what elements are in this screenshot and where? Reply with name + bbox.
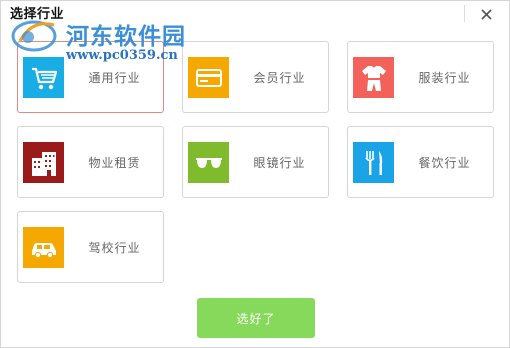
industry-icon-bg (23, 57, 64, 98)
industry-label: 会员行业 (253, 70, 306, 85)
titlebar-divider (464, 5, 465, 22)
industry-icon-bg (188, 142, 229, 183)
industry-label: 物业租赁 (88, 155, 141, 170)
industry-icon-bg (188, 57, 229, 98)
industry-icon-bg (23, 142, 64, 183)
industry-label: 眼镜行业 (253, 155, 306, 170)
industry-card-catering[interactable]: 餐饮行业 (347, 126, 494, 198)
industry-card-property[interactable]: 物业租赁 (17, 126, 164, 198)
industry-card-clothing[interactable]: 服装行业 (347, 41, 494, 113)
close-button[interactable] (471, 1, 501, 27)
industry-label: 服装行业 (418, 70, 471, 85)
industry-icon-bg (353, 142, 394, 183)
industry-icon-bg (23, 227, 64, 268)
clothing-icon (361, 65, 386, 91)
industry-card-driving-school[interactable]: 驾校行业 (17, 211, 164, 283)
fork-knife-icon (364, 150, 382, 175)
glasses-icon (195, 157, 222, 168)
close-icon (480, 8, 492, 20)
industry-card-glasses[interactable]: 眼镜行业 (182, 126, 329, 198)
industry-label: 餐饮行业 (418, 155, 471, 170)
confirm-button[interactable]: 选好了 (197, 298, 315, 338)
industry-label: 驾校行业 (88, 240, 141, 255)
industry-icon-bg (353, 57, 394, 98)
car-icon (31, 242, 56, 258)
member-card-icon (195, 68, 222, 87)
industry-card-general[interactable]: 通用行业 (17, 41, 164, 113)
dialog-title: 选择行业 (10, 7, 65, 22)
industry-dialog: 选择行业 通用行业 会员行业 服装行业 物业租赁 眼镜行业 餐饮行业 驾校行业 … (0, 0, 510, 348)
industry-card-member[interactable]: 会员行业 (182, 41, 329, 113)
building-icon (31, 151, 56, 176)
shopping-cart-icon (31, 67, 57, 89)
industry-label: 通用行业 (88, 70, 141, 85)
